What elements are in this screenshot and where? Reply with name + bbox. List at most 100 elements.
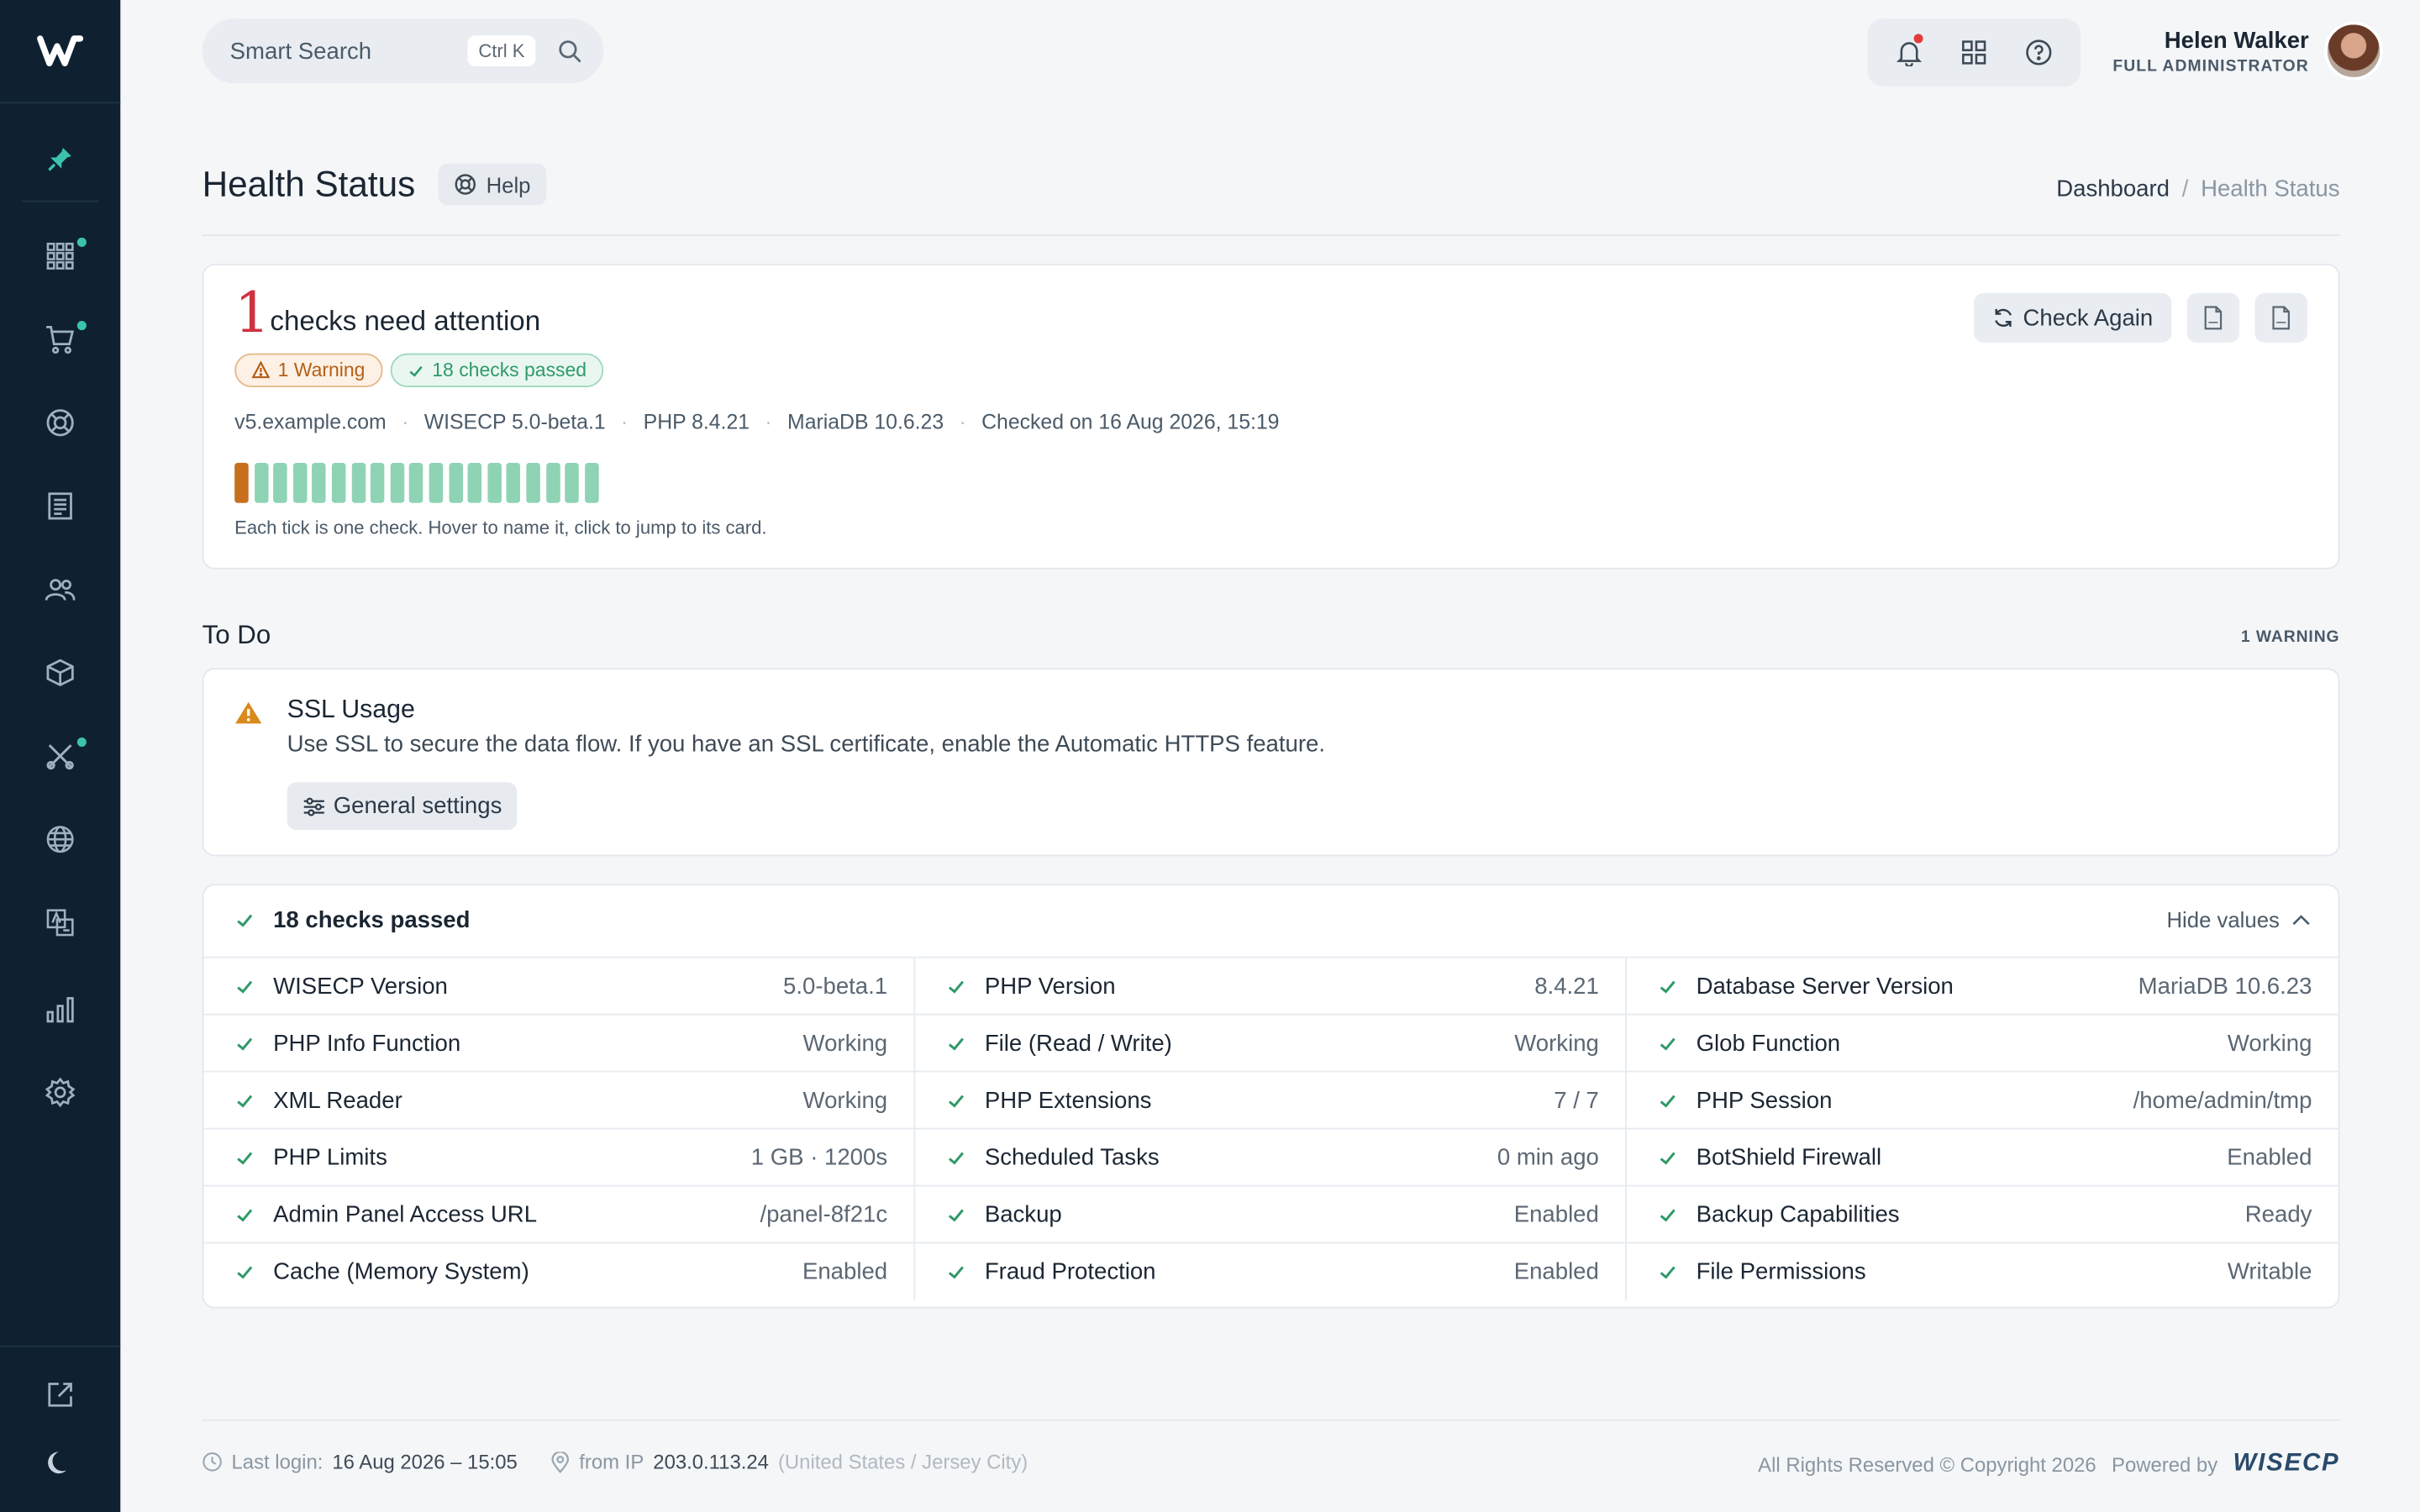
tools-icon[interactable] <box>0 725 120 786</box>
warning-badge[interactable]: 1 Warning <box>234 353 382 388</box>
last-login-value: 16 Aug 2026 – 15:05 <box>332 1450 518 1474</box>
file-csv-icon <box>2204 306 2223 330</box>
check-value: Enabled <box>1513 1200 1599 1228</box>
check-label: BotShield Firewall <box>1696 1143 1882 1171</box>
check-tick-passed[interactable] <box>292 463 308 503</box>
check-icon <box>946 1090 968 1110</box>
meta-sep: · <box>621 410 629 434</box>
check-item: Cache (Memory System) Enabled <box>203 1243 916 1301</box>
reports-chart-icon[interactable] <box>0 978 120 1039</box>
external-link-icon[interactable] <box>0 1364 120 1425</box>
check-tick-passed[interactable] <box>565 463 579 503</box>
check-tick-passed[interactable] <box>409 463 424 503</box>
help-button[interactable]: Help <box>438 163 546 206</box>
user-menu[interactable]: Helen Walker FULL ADMINISTRATOR <box>2112 28 2308 76</box>
check-tick-passed[interactable] <box>545 463 560 503</box>
search-input[interactable]: Smart Search <box>230 38 468 64</box>
check-value: Working <box>802 1030 888 1057</box>
check-again-label: Check Again <box>2023 304 2154 331</box>
export-csv-button[interactable] <box>2186 292 2240 343</box>
brand-logo[interactable] <box>0 0 121 104</box>
check-item: Backup Enabled <box>915 1186 1627 1244</box>
title-divider <box>202 234 2340 237</box>
footer-login-info: Last login: 16 Aug 2026 – 15:05 from IP … <box>203 1450 1028 1474</box>
check-tick-passed[interactable] <box>331 463 346 503</box>
check-icon <box>946 1033 968 1053</box>
general-settings-button[interactable]: General settings <box>287 782 518 831</box>
check-tick-passed[interactable] <box>390 463 404 503</box>
check-icon <box>1658 976 1680 996</box>
check-tick-passed[interactable] <box>273 463 287 503</box>
pin-icon[interactable] <box>21 118 99 202</box>
check-tick-passed[interactable] <box>487 463 502 503</box>
check-tick-warning[interactable] <box>234 463 249 503</box>
notifications-bell-icon[interactable] <box>1891 34 1928 71</box>
todo-item-title: SSL Usage <box>287 696 415 724</box>
hide-values-label: Hide values <box>2166 907 2280 932</box>
apps-grid-icon[interactable] <box>0 225 120 286</box>
check-item: Fraud Protection Enabled <box>915 1243 1627 1301</box>
passed-checks-header: 18 checks passed <box>234 907 470 933</box>
notification-dot <box>76 321 87 331</box>
footer-copyright: All Rights Reserved © Copyright 2026 Pow… <box>1758 1451 2339 1478</box>
avatar[interactable] <box>2324 21 2383 81</box>
check-tick-passed[interactable] <box>448 463 463 503</box>
help-question-icon[interactable] <box>2020 34 2057 71</box>
check-tick-passed[interactable] <box>584 463 599 503</box>
sidebar-divider <box>0 1345 121 1347</box>
warning-badge-label: 1 Warning <box>277 359 366 381</box>
check-value: 0 min ago <box>1497 1143 1599 1171</box>
globe-icon[interactable] <box>0 808 120 869</box>
meta-sep: · <box>959 410 966 434</box>
system-meta: v5.example.com · WISECP 5.0-beta.1 · PHP 8… <box>234 411 1279 434</box>
check-tick-passed[interactable] <box>467 463 482 503</box>
check-icon <box>1658 1205 1680 1225</box>
passed-badge[interactable]: 18 checks passed <box>390 353 604 388</box>
general-settings-label: General settings <box>333 793 502 820</box>
search-icon[interactable] <box>557 39 581 63</box>
check-tick-passed[interactable] <box>371 463 385 503</box>
translate-icon[interactable] <box>0 892 120 953</box>
check-value: Writable <box>2227 1258 2312 1285</box>
todo-heading: To Do <box>202 620 271 650</box>
check-tick-passed[interactable] <box>526 463 540 503</box>
settings-gear-icon[interactable] <box>0 1062 120 1123</box>
footer-divider <box>202 1419 2340 1421</box>
check-tick-passed[interactable] <box>312 463 327 503</box>
check-icon <box>946 1147 968 1168</box>
support-lifebuoy-icon[interactable] <box>0 392 120 454</box>
check-tick-passed[interactable] <box>507 463 521 503</box>
check-tick-passed[interactable] <box>350 463 366 503</box>
export-pdf-button[interactable] <box>2254 292 2307 343</box>
check-label: PHP Version <box>984 973 1116 1000</box>
check-icon <box>234 1090 256 1110</box>
cart-icon[interactable] <box>0 308 120 370</box>
check-label: PHP Session <box>1696 1086 1833 1114</box>
check-tick-passed[interactable] <box>254 463 268 503</box>
users-icon[interactable] <box>0 559 120 620</box>
check-value: MariaDB 10.6.23 <box>2138 973 2312 1000</box>
check-item: PHP Limits 1 GB · 1200s <box>203 1129 916 1187</box>
check-icon <box>946 976 968 996</box>
passed-checks-title: 18 checks passed <box>273 907 471 934</box>
top-icon-group <box>1867 18 2081 87</box>
summary-card: 1 checks need attention 1 Warning 18 che… <box>202 264 2340 570</box>
check-again-button[interactable]: Check Again <box>1973 292 2172 343</box>
check-label: XML Reader <box>273 1086 402 1114</box>
check-icon <box>234 1033 256 1053</box>
check-tick-passed[interactable] <box>429 463 444 503</box>
refresh-icon <box>1994 308 2012 327</box>
products-box-icon[interactable] <box>0 642 120 703</box>
check-ticks <box>234 463 599 503</box>
check-label: Admin Panel Access URL <box>273 1200 538 1228</box>
apps-icon[interactable] <box>1955 34 1992 71</box>
wisecp-logo[interactable]: WISECP <box>2233 1451 2340 1478</box>
dark-mode-moon-icon[interactable] <box>0 1431 120 1493</box>
check-icon <box>234 1147 256 1168</box>
invoices-icon[interactable] <box>0 475 120 537</box>
check-value: 5.0-beta.1 <box>783 973 888 1000</box>
breadcrumb-dashboard[interactable]: Dashboard <box>2056 176 2170 202</box>
check-label: File (Read / Write) <box>984 1030 1172 1057</box>
hide-values-toggle[interactable]: Hide values <box>2166 907 2310 932</box>
smart-search[interactable]: Smart Search Ctrl K <box>202 18 604 84</box>
